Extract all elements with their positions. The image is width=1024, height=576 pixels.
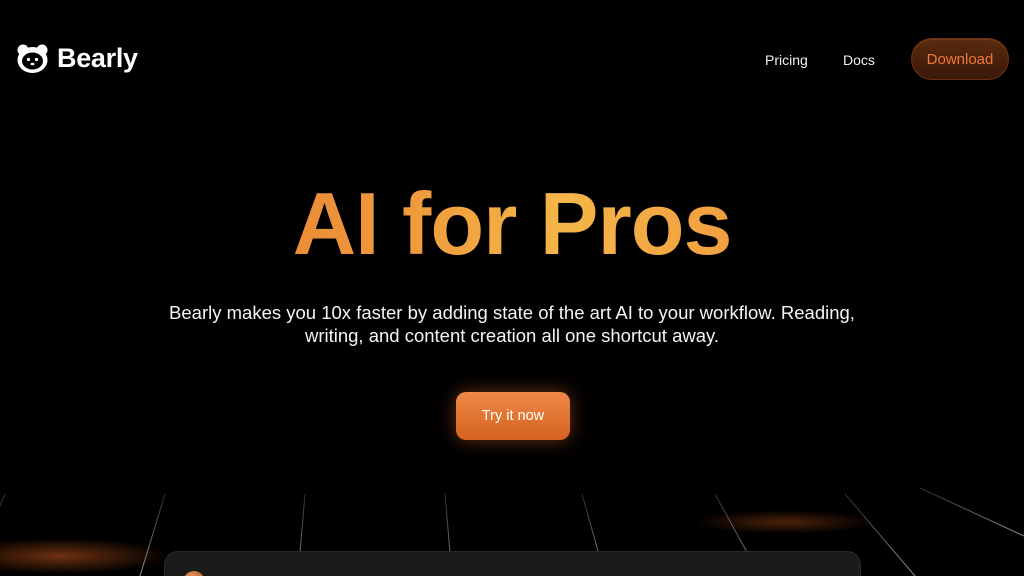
avatar bbox=[183, 571, 205, 576]
landing-page: Bearly Pricing Docs Download AI for Pros… bbox=[0, 0, 1024, 576]
download-button[interactable]: Download bbox=[911, 38, 1009, 80]
hero-subtitle-line1: Bearly makes you 10x faster by adding st… bbox=[169, 302, 855, 323]
nav-pricing-link[interactable]: Pricing bbox=[765, 52, 808, 68]
brand-logo[interactable]: Bearly bbox=[16, 42, 138, 75]
try-it-now-button[interactable]: Try it now bbox=[456, 392, 570, 440]
app-preview-card bbox=[164, 551, 861, 576]
hero-subtitle: Bearly makes you 10x faster by adding st… bbox=[132, 301, 892, 347]
nav-docs-link[interactable]: Docs bbox=[843, 52, 875, 68]
hero-subtitle-line2: writing, and content creation all one sh… bbox=[304, 325, 720, 346]
hero-title: AI for Pros bbox=[0, 180, 1024, 268]
bear-face-icon bbox=[17, 44, 48, 73]
brand-name: Bearly bbox=[57, 43, 138, 73]
